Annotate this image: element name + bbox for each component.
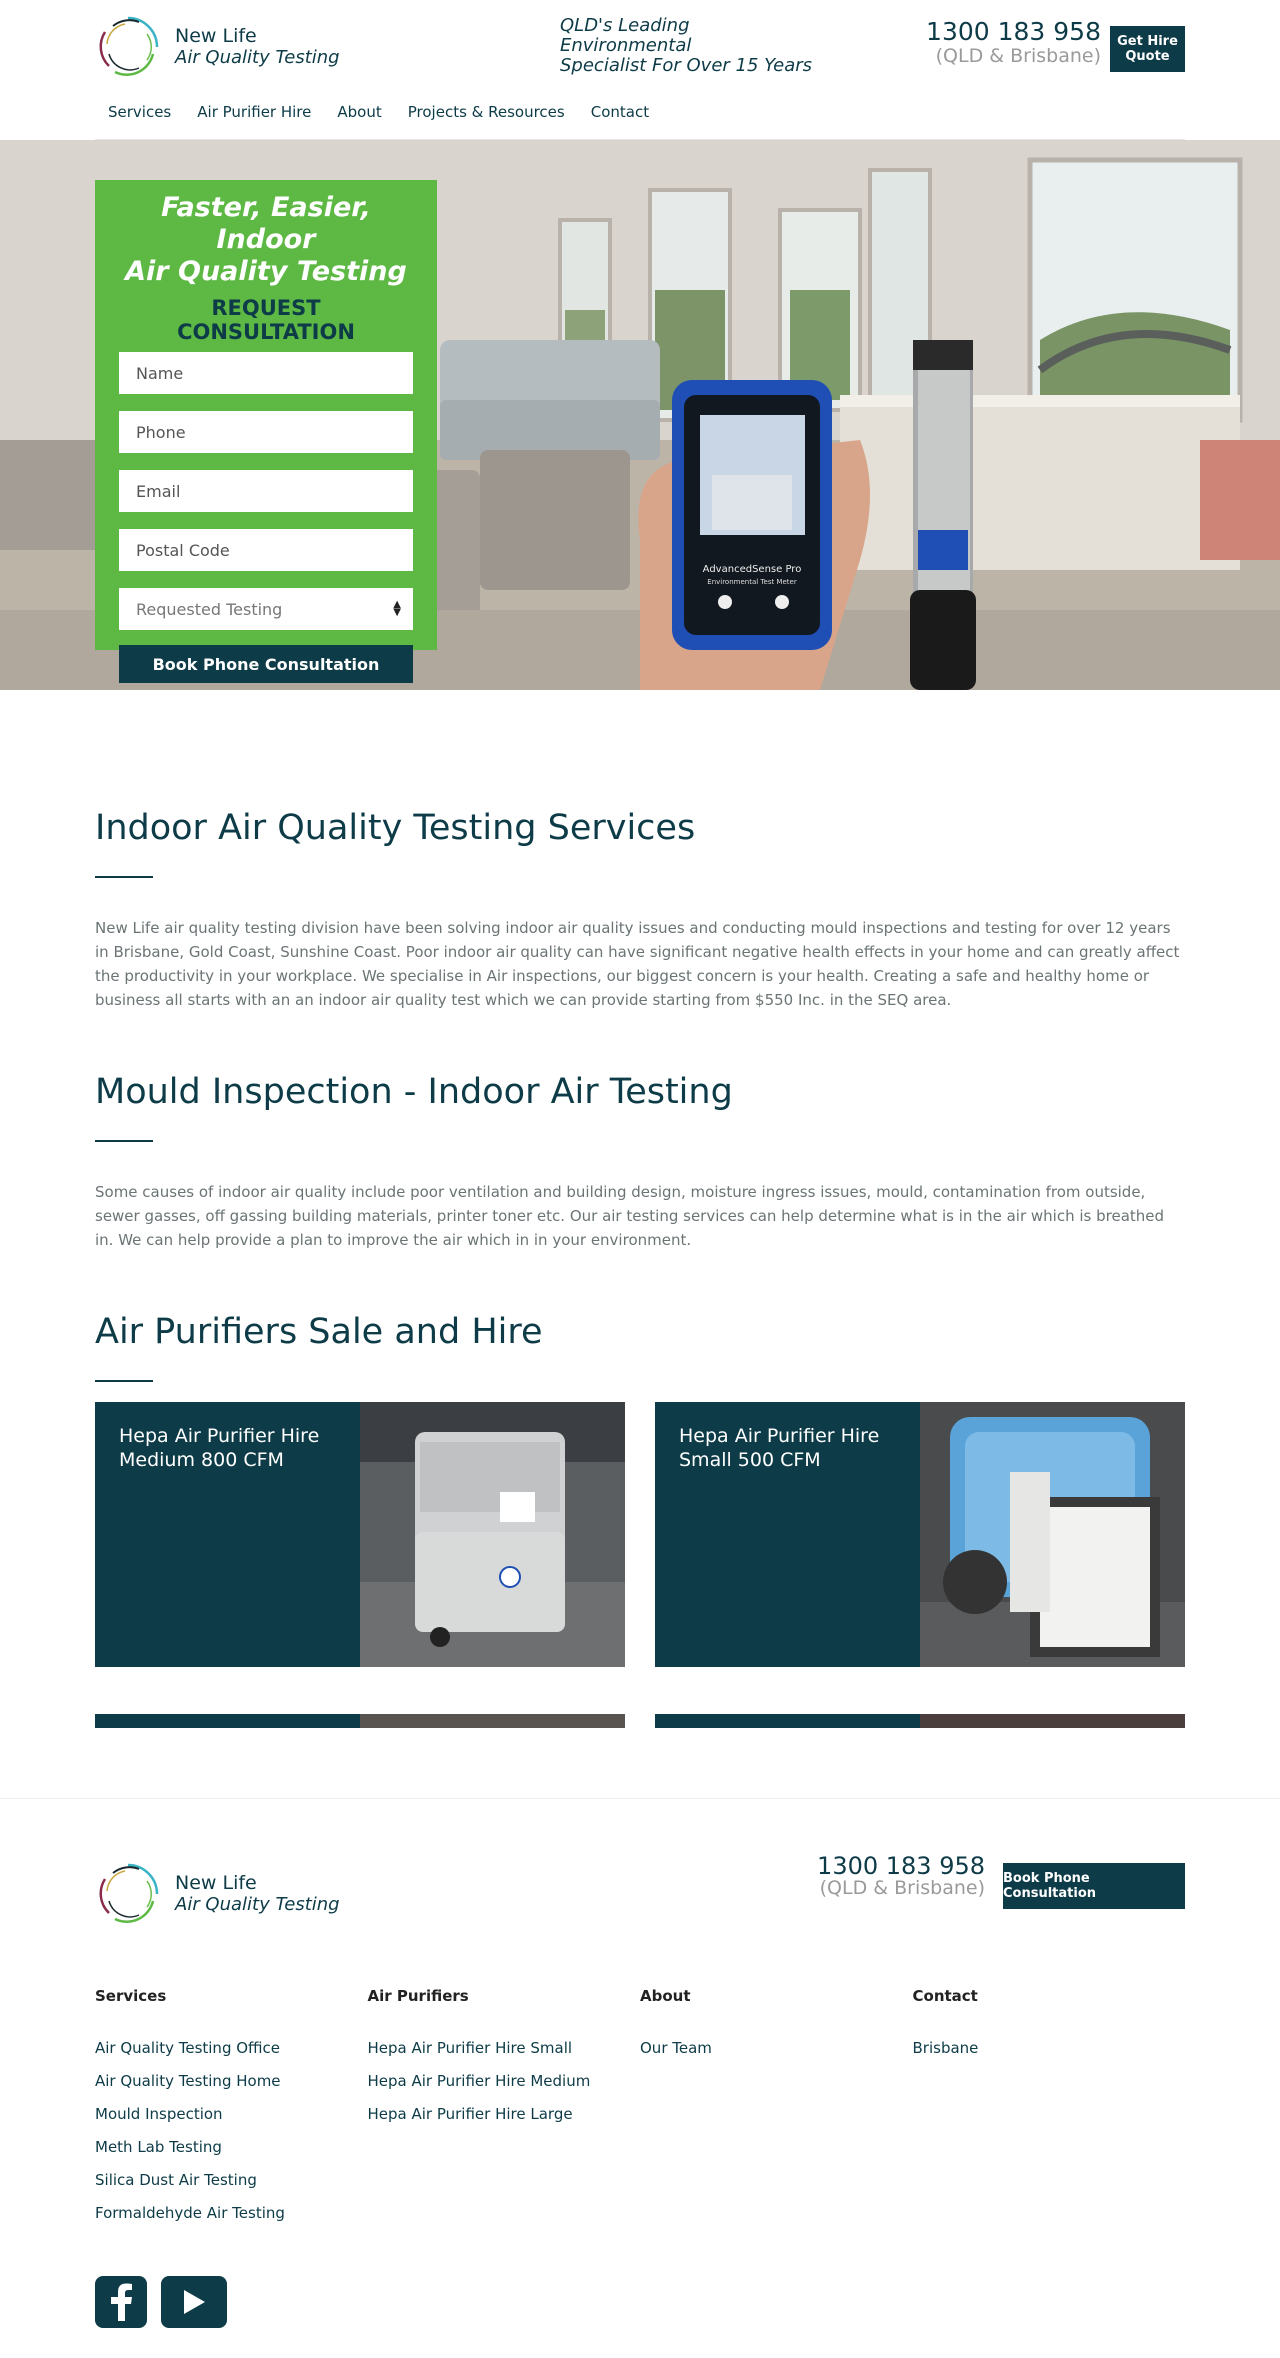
phone-region: (QLD & Brisbane) <box>819 1877 985 1899</box>
purifier-image <box>920 1402 1185 1667</box>
nav-contact[interactable]: Contact <box>591 103 649 121</box>
footer-column-services: Services Air Quality Testing Office Air … <box>95 1987 368 2237</box>
nav-air-purifier-hire[interactable]: Air Purifier Hire <box>197 103 311 121</box>
product-card-stub[interactable] <box>655 1714 1185 1728</box>
footer-link[interactable]: Hepa Air Purifier Hire Large <box>368 2105 641 2123</box>
phone-number[interactable]: 1300 183 958 <box>817 1854 985 1878</box>
get-hire-quote-button[interactable]: Get Hire Quote <box>1110 26 1185 72</box>
footer-heading: Contact <box>912 1987 978 2005</box>
section-heading: Mould Inspection - Indoor Air Testing <box>95 1072 733 1112</box>
name-field[interactable] <box>119 352 413 394</box>
book-consultation-button[interactable]: Book Phone Consultation <box>119 645 413 683</box>
section-body: Some causes of indoor air quality includ… <box>95 1183 1165 1249</box>
footer-column-air-purifiers: Air Purifiers Hepa Air Purifier Hire Sma… <box>368 1987 641 2237</box>
section-heading: Air Purifiers Sale and Hire <box>95 1312 543 1352</box>
logo-swirl-icon <box>99 1863 159 1923</box>
device-label: Environmental Test Meter <box>707 578 797 586</box>
footer-link[interactable]: Silica Dust Air Testing <box>95 2171 368 2189</box>
tagline-line: QLD's Leading <box>560 15 690 36</box>
card-title-line: Hepa Air Purifier Hire <box>119 1425 320 1447</box>
footer-link[interactable]: Meth Lab Testing <box>95 2138 368 2156</box>
logo-name: New Life <box>175 1872 257 1894</box>
tagline-line: Specialist For Over 15 Years <box>560 55 813 76</box>
tagline-line: Environmental <box>560 35 692 56</box>
main-nav: Services Air Purifier Hire About Project… <box>95 103 662 121</box>
hero-banner: AdvancedSense Pro Environmental Test Met… <box>0 140 1280 690</box>
footer-heading: Services <box>95 1987 167 2005</box>
footer-link[interactable]: Hepa Air Purifier Hire Medium <box>368 2072 641 2090</box>
youtube-icon[interactable] <box>161 2276 227 2328</box>
form-subtitle: REQUEST CONSULTATION <box>177 296 355 344</box>
footer-heading: About <box>640 1987 691 2005</box>
mould-section: Mould Inspection - Indoor Air Testing So… <box>95 1012 1185 1252</box>
footer-phone[interactable]: 1300 183 958 (QLD & Brisbane) <box>817 1854 985 1899</box>
services-section: Indoor Air Quality Testing Services New … <box>95 690 1185 1012</box>
product-cards-row-2 <box>95 1714 1185 1728</box>
hire-button-line: Quote <box>1125 49 1170 64</box>
phone-region: (QLD & Brisbane) <box>935 45 1101 67</box>
requested-testing-select[interactable]: Requested Testing ▲ ▼ <box>119 588 413 630</box>
card-title: Hepa Air Purifier Hire Small 500 CFM <box>655 1402 920 1667</box>
header-tagline: QLD's Leading Environmental Specialist F… <box>560 16 820 76</box>
site-header: New Life Air Quality Testing QLD's Leadi… <box>95 0 1185 140</box>
footer-link[interactable]: Formaldehyde Air Testing <box>95 2204 368 2222</box>
footer-heading: Air Purifiers <box>367 1987 469 2005</box>
email-field[interactable] <box>119 470 413 512</box>
section-body: New Life air quality testing division ha… <box>95 919 1180 1009</box>
nav-projects-resources[interactable]: Projects & Resources <box>408 103 565 121</box>
logo-swirl-icon <box>99 16 159 76</box>
footer-logo[interactable]: New Life Air Quality Testing <box>95 1861 340 1927</box>
postal-code-field[interactable] <box>119 529 413 571</box>
social-links <box>95 2276 241 2328</box>
card-title-line: Small 500 CFM <box>679 1449 821 1471</box>
phone-number[interactable]: 1300 183 958 <box>926 19 1101 44</box>
form-title-line: Air Quality Testing <box>125 256 407 287</box>
hire-button-line: Get Hire <box>1117 34 1178 49</box>
form-title: Faster, Easier, Indoor Air Quality Testi… <box>119 192 413 288</box>
nav-about[interactable]: About <box>337 103 381 121</box>
product-cards: Hepa Air Purifier Hire Medium 800 CFM He… <box>95 1402 1185 1667</box>
footer-book-consultation-button[interactable]: Book Phone Consultation <box>1003 1863 1185 1909</box>
product-card-small[interactable]: Hepa Air Purifier Hire Small 500 CFM <box>655 1402 1185 1667</box>
purifiers-section: Air Purifiers Sale and Hire Hepa Air Pur… <box>95 1252 1185 1728</box>
facebook-icon[interactable] <box>95 2276 147 2328</box>
select-arrows-icon: ▲ ▼ <box>393 599 401 618</box>
heading-rule <box>95 876 153 878</box>
select-value: Requested Testing <box>136 599 283 619</box>
footer-column-about: About Our Team <box>640 1987 913 2237</box>
footer-column-contact: Contact Brisbane <box>913 1987 1186 2237</box>
card-title-line: Hepa Air Purifier Hire <box>679 1425 880 1447</box>
footer-columns: Services Air Quality Testing Office Air … <box>95 1987 1185 2237</box>
footer-link[interactable]: Brisbane <box>913 2039 1186 2057</box>
logo-subtitle: Air Quality Testing <box>175 1894 340 1915</box>
card-title-line: Medium 800 CFM <box>119 1449 284 1471</box>
product-card-medium[interactable]: Hepa Air Purifier Hire Medium 800 CFM <box>95 1402 625 1667</box>
heading-rule <box>95 1140 153 1142</box>
product-card-stub[interactable] <box>95 1714 625 1728</box>
card-title: Hepa Air Purifier Hire Medium 800 CFM <box>95 1402 360 1667</box>
header-phone[interactable]: 1300 183 958 (QLD & Brisbane) <box>926 19 1101 68</box>
footer-link[interactable]: Air Quality Testing Home <box>95 2072 368 2090</box>
nav-services[interactable]: Services <box>108 103 171 121</box>
logo-name: New Life <box>175 25 257 47</box>
footer-link[interactable]: Air Quality Testing Office <box>95 2039 368 2057</box>
footer-link[interactable]: Mould Inspection <box>95 2105 368 2123</box>
section-heading: Indoor Air Quality Testing Services <box>95 808 696 848</box>
site-logo[interactable]: New Life Air Quality Testing <box>95 14 340 80</box>
consultation-form: Faster, Easier, Indoor Air Quality Testi… <box>95 180 437 683</box>
purifier-image <box>360 1402 625 1667</box>
site-footer: New Life Air Quality Testing 1300 183 95… <box>0 1798 1280 2358</box>
phone-field[interactable] <box>119 411 413 453</box>
logo-subtitle: Air Quality Testing <box>175 47 340 68</box>
footer-link[interactable]: Our Team <box>640 2039 913 2057</box>
heading-rule <box>95 1380 153 1382</box>
device-label: AdvancedSense Pro <box>703 564 802 575</box>
footer-link[interactable]: Hepa Air Purifier Hire Small <box>368 2039 641 2057</box>
form-title-line: Faster, Easier, Indoor <box>161 192 371 255</box>
